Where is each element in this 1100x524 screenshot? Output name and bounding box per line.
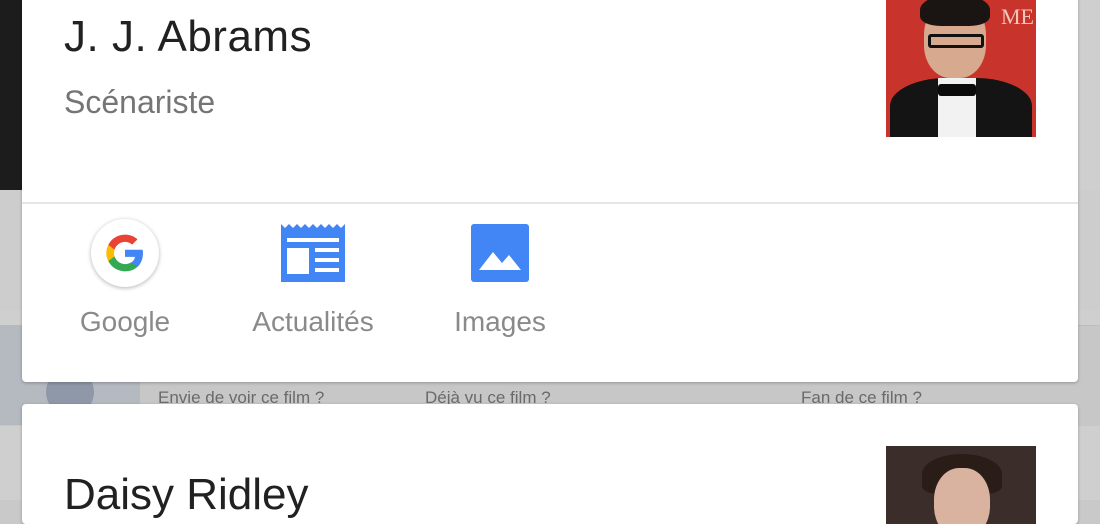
person-role: Scénariste [64,84,216,120]
person-photo[interactable] [886,446,1036,524]
person-card-ridley[interactable]: Daisy Ridley [22,404,1078,524]
action-news-button[interactable]: Actualités [233,218,393,338]
photo-backdrop-text: ME [1001,4,1034,29]
card-divider [22,202,1078,204]
action-news-label: Actualités [252,306,374,337]
person-photo[interactable]: ME [886,0,1036,137]
person-name: J. J. Abrams [64,12,313,61]
action-google-button[interactable]: Google [45,218,205,338]
news-icon [281,224,345,282]
person-name: Daisy Ridley [64,470,309,519]
google-icon [91,219,159,287]
person-card-abrams[interactable]: J. J. Abrams Scénariste ME Google Actual… [22,0,1078,382]
image-icon [471,224,529,282]
action-images-button[interactable]: Images [420,218,580,338]
action-images-label: Images [454,306,546,337]
action-google-label: Google [79,306,171,337]
background-video-strip [0,0,22,190]
